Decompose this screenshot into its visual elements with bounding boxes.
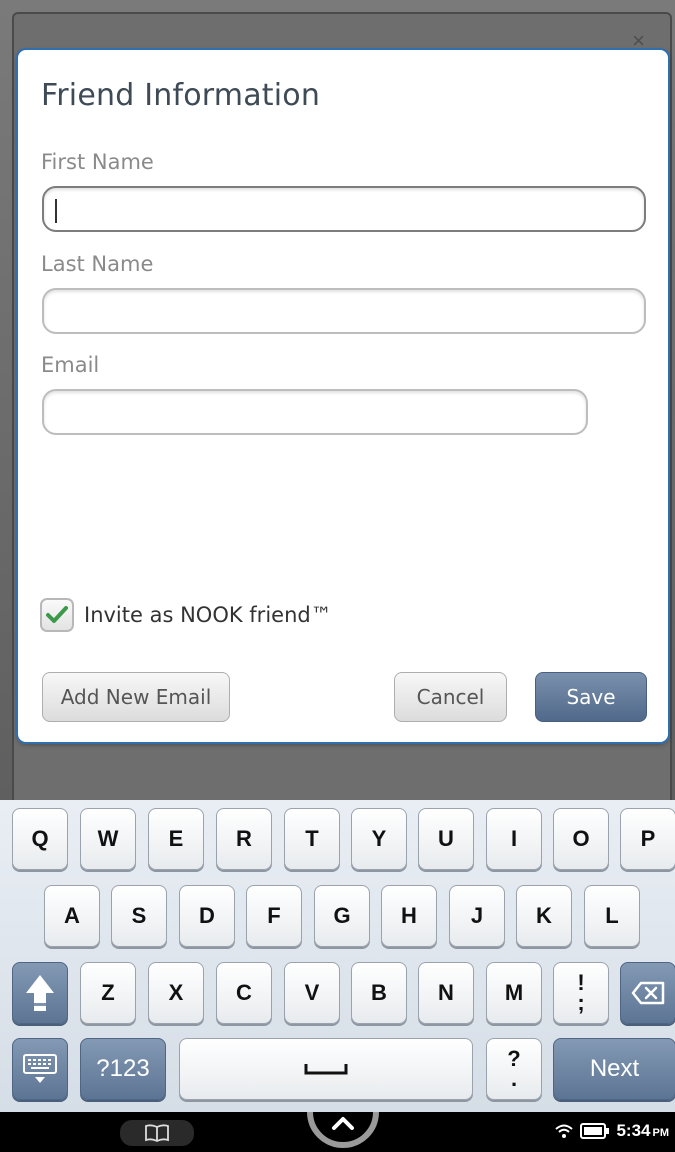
keyboard-icon bbox=[23, 1054, 57, 1083]
key-exclaim-semicolon[interactable]: ! ; bbox=[553, 962, 609, 1024]
backspace-key[interactable] bbox=[620, 962, 675, 1024]
battery-icon bbox=[580, 1123, 610, 1139]
key-u[interactable]: U bbox=[418, 808, 474, 870]
last-name-field[interactable] bbox=[42, 288, 646, 334]
dialog-title: Friend Information bbox=[41, 78, 321, 113]
key-question-period[interactable]: ? . bbox=[486, 1038, 542, 1100]
invite-checkbox-row[interactable]: Invite as NOOK friend™ bbox=[40, 598, 332, 632]
onscreen-keyboard: Q W E R T Y U I O P A S D F G H J K L Z … bbox=[0, 800, 675, 1112]
key-c[interactable]: C bbox=[216, 962, 272, 1024]
save-label: Save bbox=[566, 685, 616, 709]
next-key[interactable]: Next bbox=[553, 1038, 675, 1100]
last-name-label: Last Name bbox=[41, 252, 154, 276]
first-name-label: First Name bbox=[41, 150, 154, 174]
key-q[interactable]: Q bbox=[12, 808, 68, 870]
key-s[interactable]: S bbox=[111, 885, 167, 947]
key-e[interactable]: E bbox=[148, 808, 204, 870]
cancel-button[interactable]: Cancel bbox=[394, 672, 507, 722]
key-g[interactable]: G bbox=[314, 885, 370, 947]
key-w[interactable]: W bbox=[80, 808, 136, 870]
key-semicolon-label: ; bbox=[577, 990, 585, 1015]
key-l[interactable]: L bbox=[584, 885, 640, 947]
home-nook-button[interactable] bbox=[306, 1106, 380, 1152]
book-icon bbox=[145, 1124, 169, 1142]
key-z[interactable]: Z bbox=[80, 962, 136, 1024]
key-period-label: . bbox=[510, 1066, 518, 1091]
backspace-icon bbox=[631, 981, 665, 1005]
chevron-up-icon bbox=[332, 1117, 354, 1130]
space-key[interactable] bbox=[179, 1038, 473, 1100]
shift-key[interactable] bbox=[12, 962, 68, 1024]
key-h[interactable]: H bbox=[381, 885, 437, 947]
cancel-label: Cancel bbox=[416, 685, 485, 709]
checkmark-icon bbox=[46, 606, 68, 623]
key-p[interactable]: P bbox=[620, 808, 675, 870]
key-m[interactable]: M bbox=[486, 962, 542, 1024]
invite-checkbox-label: Invite as NOOK friend™ bbox=[84, 603, 332, 627]
key-f[interactable]: F bbox=[246, 885, 302, 947]
status-bar: 5:34 PM bbox=[0, 1111, 675, 1152]
friend-info-dialog: Friend Information First Name Last Name … bbox=[18, 50, 668, 742]
key-b[interactable]: B bbox=[351, 962, 407, 1024]
wifi-icon bbox=[555, 1124, 574, 1138]
key-x[interactable]: X bbox=[148, 962, 204, 1024]
save-button[interactable]: Save bbox=[535, 672, 647, 722]
email-label: Email bbox=[41, 353, 100, 377]
shift-arrow-icon bbox=[26, 975, 54, 1011]
text-cursor bbox=[55, 199, 57, 223]
keyboard-hide-key[interactable] bbox=[12, 1038, 68, 1100]
key-o[interactable]: O bbox=[553, 808, 609, 870]
key-v[interactable]: V bbox=[284, 962, 340, 1024]
key-y[interactable]: Y bbox=[351, 808, 407, 870]
key-j[interactable]: J bbox=[449, 885, 505, 947]
key-a[interactable]: A bbox=[44, 885, 100, 947]
space-bar-icon bbox=[304, 1064, 348, 1075]
clock-time: 5:34 bbox=[616, 1121, 651, 1140]
add-new-email-label: Add New Email bbox=[60, 685, 212, 709]
status-indicators: 5:34 PM bbox=[554, 1121, 669, 1141]
key-r[interactable]: R bbox=[216, 808, 272, 870]
invite-checkbox[interactable] bbox=[40, 598, 74, 632]
symbols-key[interactable]: ?123 bbox=[80, 1038, 166, 1100]
key-d[interactable]: D bbox=[179, 885, 235, 947]
key-k[interactable]: K bbox=[516, 885, 572, 947]
key-t[interactable]: T bbox=[284, 808, 340, 870]
first-name-field[interactable] bbox=[42, 186, 646, 232]
add-new-email-button[interactable]: Add New Email bbox=[42, 672, 230, 722]
key-n[interactable]: N bbox=[418, 962, 474, 1024]
key-i[interactable]: I bbox=[486, 808, 542, 870]
clock-ampm: PM bbox=[652, 1127, 670, 1139]
library-button[interactable] bbox=[120, 1120, 194, 1146]
email-field[interactable] bbox=[42, 389, 588, 435]
